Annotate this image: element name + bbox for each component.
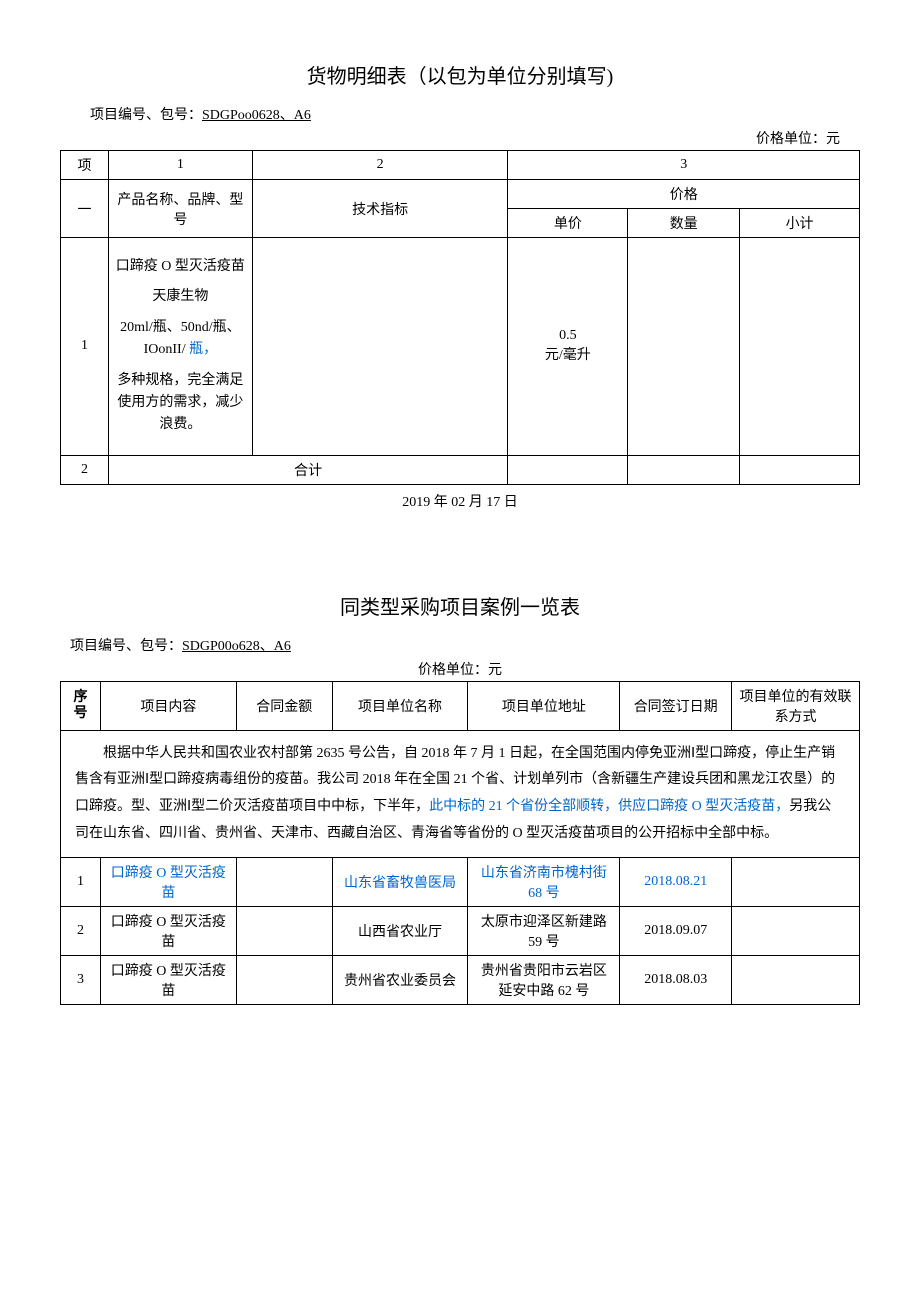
- cases-h-seq: 序号: [61, 681, 101, 730]
- case-unit-name: 山西省农业厅: [332, 907, 468, 956]
- goods-project-line: 项目编号、包号：SDGPoo0628、A6: [60, 104, 860, 124]
- case-content: 口蹄疫 O 型灭活疫苗: [100, 907, 236, 956]
- product-cell: 口蹄疫 O 型灭活疫苗 天康生物 20ml/瓶、50nd/瓶、IOonII/ 瓶…: [108, 238, 252, 456]
- header-qty: 数量: [628, 209, 740, 238]
- product-spec: 20ml/瓶、50nd/瓶、IOonII/ 瓶，: [115, 317, 246, 362]
- total-qty: [628, 455, 740, 484]
- product-spec-b: 瓶，: [189, 342, 217, 357]
- cases-unit-line: 价格单位：元: [60, 659, 860, 679]
- product-name: 口蹄疫 O 型灭活疫苗: [115, 256, 246, 278]
- goods-date: 2019 年 02 月 17 日: [60, 491, 860, 511]
- case-sign-date: 2018.08.03: [620, 956, 732, 1005]
- cases-h-sign-date: 合同签订日期: [620, 681, 732, 730]
- cases-proj-code: SDGP00o628、A6: [182, 639, 291, 654]
- col-head-1: 1: [108, 151, 252, 180]
- unit-price: 0.5 元/毫升: [508, 238, 628, 456]
- case-unit-addr: 山东省济南市槐村街 68 号: [468, 858, 620, 907]
- case-contact: [732, 956, 860, 1005]
- case-contact: [732, 858, 860, 907]
- case-no: 2: [61, 907, 101, 956]
- cases-project-line: 项目编号、包号：SDGP00o628、A6: [60, 635, 860, 655]
- table-row: 2 口蹄疫 O 型灭活疫苗 山西省农业厅 太原市迎泽区新建路 59 号 2018…: [61, 907, 860, 956]
- header-price: 价格: [508, 180, 860, 209]
- header-name: 产品名称、品牌、型号: [108, 180, 252, 238]
- case-unit-addr: 太原市迎泽区新建路 59 号: [468, 907, 620, 956]
- goods-unit-line: 价格单位：元: [60, 128, 860, 148]
- case-amount: [236, 858, 332, 907]
- table-row: 1 口蹄疫 O 型灭活疫苗 山东省畜牧兽医局 山东省济南市槐村街 68 号 20…: [61, 858, 860, 907]
- col-head-0: 项: [61, 151, 109, 180]
- cases-h-unit-addr: 项目单位地址: [468, 681, 620, 730]
- case-sign-date: 2018.09.07: [620, 907, 732, 956]
- table-row: 1 口蹄疫 O 型灭活疫苗 天康生物 20ml/瓶、50nd/瓶、IOonII/…: [61, 238, 860, 456]
- product-brand: 天康生物: [115, 286, 246, 308]
- case-amount: [236, 956, 332, 1005]
- table-row: 项 1 2 3: [61, 151, 860, 180]
- case-no: 1: [61, 858, 101, 907]
- header-sub: 小计: [740, 209, 860, 238]
- table-row: 一 产品名称、品牌、型号 技术指标 价格: [61, 180, 860, 209]
- col-head-3: 3: [508, 151, 860, 180]
- table-row: 根据中华人民共和国农业农村部第 2635 号公告，自 2018 年 7 月 1 …: [61, 730, 860, 857]
- case-sign-date: 2018.08.21: [620, 858, 732, 907]
- row-no: 1: [61, 238, 109, 456]
- case-unit-addr: 贵州省贵阳市云岩区延安中路 62 号: [468, 956, 620, 1005]
- case-unit-name: 山东省畜牧兽医局: [332, 858, 468, 907]
- header-spec: 技术指标: [252, 180, 508, 238]
- cases-title: 同类型采购项目案例一览表: [60, 591, 860, 620]
- total-sub: [740, 455, 860, 484]
- product-spec-a: 20ml/瓶、50nd/瓶、IOonII/: [120, 320, 241, 357]
- cases-h-unit-name: 项目单位名称: [332, 681, 468, 730]
- case-amount: [236, 907, 332, 956]
- case-content: 口蹄疫 O 型灭活疫苗: [100, 858, 236, 907]
- total-label: 合计: [108, 455, 507, 484]
- case-contact: [732, 907, 860, 956]
- case-no: 3: [61, 956, 101, 1005]
- cases-h-contact: 项目单位的有效联系方式: [732, 681, 860, 730]
- cases-note: 根据中华人民共和国农业农村部第 2635 号公告，自 2018 年 7 月 1 …: [61, 730, 860, 857]
- goods-proj-code: SDGPoo0628、A6: [202, 108, 311, 123]
- cases-h-content: 项目内容: [100, 681, 236, 730]
- note-part-b: 此中标的 21 个省份全部顺转，供应口蹄疫 O 型灭活疫苗，: [429, 799, 789, 814]
- total-unit: [508, 455, 628, 484]
- product-note: 多种规格，完全满足使用方的需求，减少浪费。: [115, 370, 246, 437]
- qty-cell: [628, 238, 740, 456]
- table-row: 序号 项目内容 合同金额 项目单位名称 项目单位地址 合同签订日期 项目单位的有…: [61, 681, 860, 730]
- table-row: 3 口蹄疫 O 型灭活疫苗 贵州省农业委员会 贵州省贵阳市云岩区延安中路 62 …: [61, 956, 860, 1005]
- cases-h-amount: 合同金额: [236, 681, 332, 730]
- goods-proj-label: 项目编号、包号：: [90, 108, 202, 123]
- table-row: 2 合计: [61, 455, 860, 484]
- goods-title: 货物明细表（以包为单位分别填写): [60, 60, 860, 89]
- header-unit: 单价: [508, 209, 628, 238]
- total-no: 2: [61, 455, 109, 484]
- cases-table: 序号 项目内容 合同金额 项目单位名称 项目单位地址 合同签订日期 项目单位的有…: [60, 681, 860, 1005]
- case-unit-name: 贵州省农业委员会: [332, 956, 468, 1005]
- col-head-2: 2: [252, 151, 508, 180]
- sub-cell: [740, 238, 860, 456]
- case-content: 口蹄疫 O 型灭活疫苗: [100, 956, 236, 1005]
- spec-cell: [252, 238, 508, 456]
- col-head-0b: 一: [61, 180, 109, 238]
- goods-table: 项 1 2 3 一 产品名称、品牌、型号 技术指标 价格 单价 数量 小计 1 …: [60, 150, 860, 485]
- cases-proj-label: 项目编号、包号：: [70, 639, 182, 654]
